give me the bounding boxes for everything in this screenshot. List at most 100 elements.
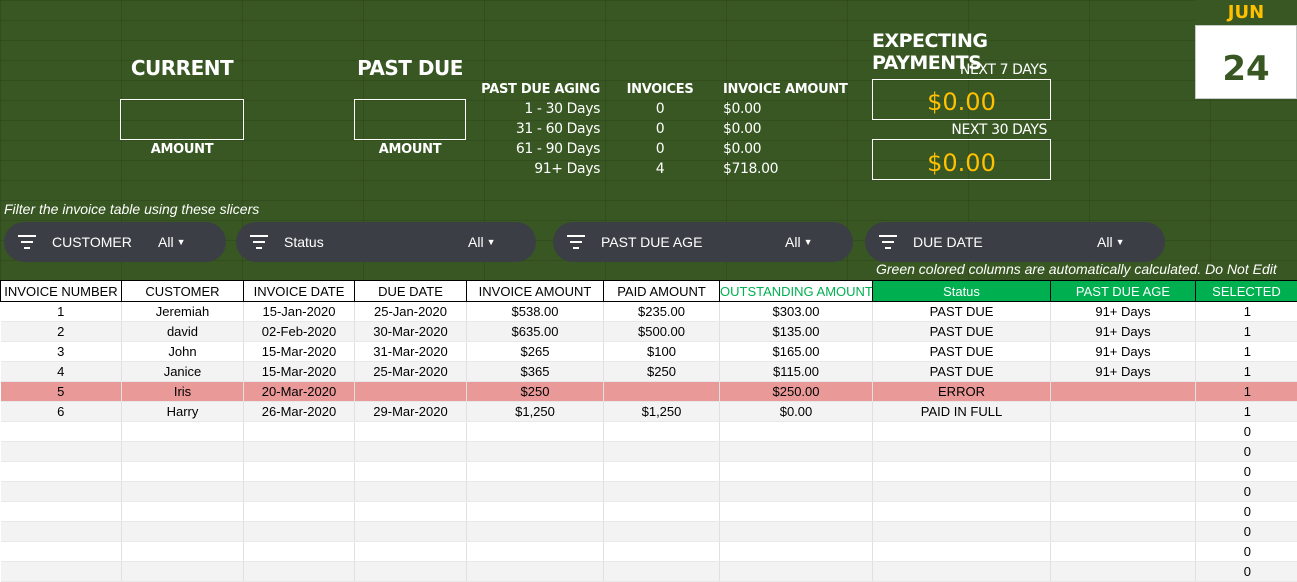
table-cell[interactable]	[1051, 382, 1196, 402]
table-cell[interactable]: 91+ Days	[1051, 362, 1196, 382]
column-header[interactable]: DUE DATE	[355, 281, 467, 302]
column-header-calculated[interactable]: SELECTED	[1196, 281, 1297, 302]
table-cell[interactable]	[244, 422, 355, 442]
table-cell[interactable]: 1	[1196, 382, 1297, 402]
table-cell[interactable]: 1	[1196, 362, 1297, 382]
table-row[interactable]: 4Janice15-Mar-202025-Mar-2020$365$250$11…	[1, 362, 1297, 382]
table-cell[interactable]	[467, 462, 604, 482]
table-cell[interactable]: 5	[1, 382, 122, 402]
table-cell[interactable]: 02-Feb-2020	[244, 322, 355, 342]
table-cell[interactable]: Janice	[122, 362, 244, 382]
table-row[interactable]: 0	[1, 442, 1297, 462]
table-row[interactable]: 0	[1, 482, 1297, 502]
table-cell[interactable]: 1	[1196, 302, 1297, 322]
table-cell[interactable]	[720, 462, 873, 482]
table-cell[interactable]	[244, 542, 355, 562]
column-header-calculated[interactable]: OUTSTANDING AMOUNT	[720, 281, 873, 302]
table-cell[interactable]	[1, 542, 122, 562]
table-cell[interactable]	[122, 542, 244, 562]
table-cell[interactable]	[720, 502, 873, 522]
table-cell[interactable]: 29-Mar-2020	[355, 402, 467, 422]
table-cell[interactable]	[244, 522, 355, 542]
table-cell[interactable]	[244, 462, 355, 482]
table-cell[interactable]	[1, 522, 122, 542]
table-cell[interactable]: 0	[1196, 562, 1297, 582]
table-cell[interactable]	[467, 562, 604, 582]
table-cell[interactable]: Iris	[122, 382, 244, 402]
column-header-calculated[interactable]: Status	[873, 281, 1051, 302]
table-cell[interactable]: $250	[467, 382, 604, 402]
table-cell[interactable]	[720, 482, 873, 502]
table-row[interactable]: 2david02-Feb-202030-Mar-2020$635.00$500.…	[1, 322, 1297, 342]
table-cell[interactable]	[873, 502, 1051, 522]
table-cell[interactable]	[355, 422, 467, 442]
table-cell[interactable]	[1, 422, 122, 442]
table-cell[interactable]	[355, 502, 467, 522]
table-cell[interactable]	[244, 562, 355, 582]
table-cell[interactable]	[122, 462, 244, 482]
slicer-customer[interactable]: CUSTOMER All▼	[4, 222, 226, 262]
table-cell[interactable]	[122, 442, 244, 462]
table-cell[interactable]	[873, 522, 1051, 542]
table-cell[interactable]	[1051, 562, 1196, 582]
table-cell[interactable]	[720, 422, 873, 442]
table-cell[interactable]: 1	[1, 302, 122, 322]
current-amount-cell[interactable]	[120, 99, 244, 140]
table-cell[interactable]: 25-Jan-2020	[355, 302, 467, 322]
table-cell[interactable]: 15-Mar-2020	[244, 342, 355, 362]
table-cell[interactable]	[720, 562, 873, 582]
table-cell[interactable]	[467, 522, 604, 542]
table-cell[interactable]	[1051, 462, 1196, 482]
table-cell[interactable]: 1	[1196, 342, 1297, 362]
table-cell[interactable]: 2	[1, 322, 122, 342]
table-cell[interactable]: $115.00	[720, 362, 873, 382]
table-cell[interactable]	[873, 542, 1051, 562]
table-cell[interactable]	[1, 482, 122, 502]
table-cell[interactable]	[873, 442, 1051, 462]
table-cell[interactable]	[355, 562, 467, 582]
table-cell[interactable]	[604, 542, 720, 562]
table-cell[interactable]	[355, 382, 467, 402]
table-cell[interactable]	[122, 422, 244, 442]
column-header[interactable]: CUSTOMER	[122, 281, 244, 302]
table-cell[interactable]	[1051, 522, 1196, 542]
table-row[interactable]: 0	[1, 422, 1297, 442]
table-cell[interactable]	[1, 462, 122, 482]
table-cell[interactable]: 0	[1196, 522, 1297, 542]
table-row[interactable]: 1Jeremiah15-Jan-202025-Jan-2020$538.00$2…	[1, 302, 1297, 322]
table-row[interactable]: 0	[1, 502, 1297, 522]
slicer-due-date[interactable]: DUE DATE All▼	[865, 222, 1165, 262]
table-cell[interactable]: Jeremiah	[122, 302, 244, 322]
table-cell[interactable]	[355, 442, 467, 462]
table-cell[interactable]: 4	[1, 362, 122, 382]
table-cell[interactable]	[1051, 542, 1196, 562]
table-cell[interactable]: 30-Mar-2020	[355, 322, 467, 342]
column-header-calculated[interactable]: PAST DUE AGE	[1051, 281, 1196, 302]
table-cell[interactable]: $265	[467, 342, 604, 362]
table-cell[interactable]: 0	[1196, 482, 1297, 502]
past-due-amount-cell[interactable]	[354, 99, 466, 140]
table-cell[interactable]	[604, 442, 720, 462]
table-cell[interactable]	[355, 522, 467, 542]
table-cell[interactable]: $165.00	[720, 342, 873, 362]
slicer-value-dropdown[interactable]: All▼	[468, 234, 495, 250]
table-cell[interactable]	[1051, 482, 1196, 502]
table-cell[interactable]: 26-Mar-2020	[244, 402, 355, 422]
table-row[interactable]: 0	[1, 522, 1297, 542]
slicer-value-dropdown[interactable]: All▼	[1097, 234, 1124, 250]
table-cell[interactable]	[244, 502, 355, 522]
table-cell[interactable]: david	[122, 322, 244, 342]
table-cell[interactable]: PAID IN FULL	[873, 402, 1051, 422]
table-cell[interactable]	[467, 422, 604, 442]
table-cell[interactable]: 0	[1196, 462, 1297, 482]
table-cell[interactable]: $1,250	[604, 402, 720, 422]
table-cell[interactable]	[1051, 422, 1196, 442]
table-row[interactable]: 5Iris20-Mar-2020$250$250.00ERROR1	[1, 382, 1297, 402]
table-cell[interactable]: 0	[1196, 442, 1297, 462]
table-cell[interactable]	[122, 562, 244, 582]
table-cell[interactable]: 15-Mar-2020	[244, 362, 355, 382]
table-cell[interactable]: ERROR	[873, 382, 1051, 402]
table-cell[interactable]: 15-Jan-2020	[244, 302, 355, 322]
table-cell[interactable]	[355, 482, 467, 502]
table-cell[interactable]	[1, 442, 122, 462]
